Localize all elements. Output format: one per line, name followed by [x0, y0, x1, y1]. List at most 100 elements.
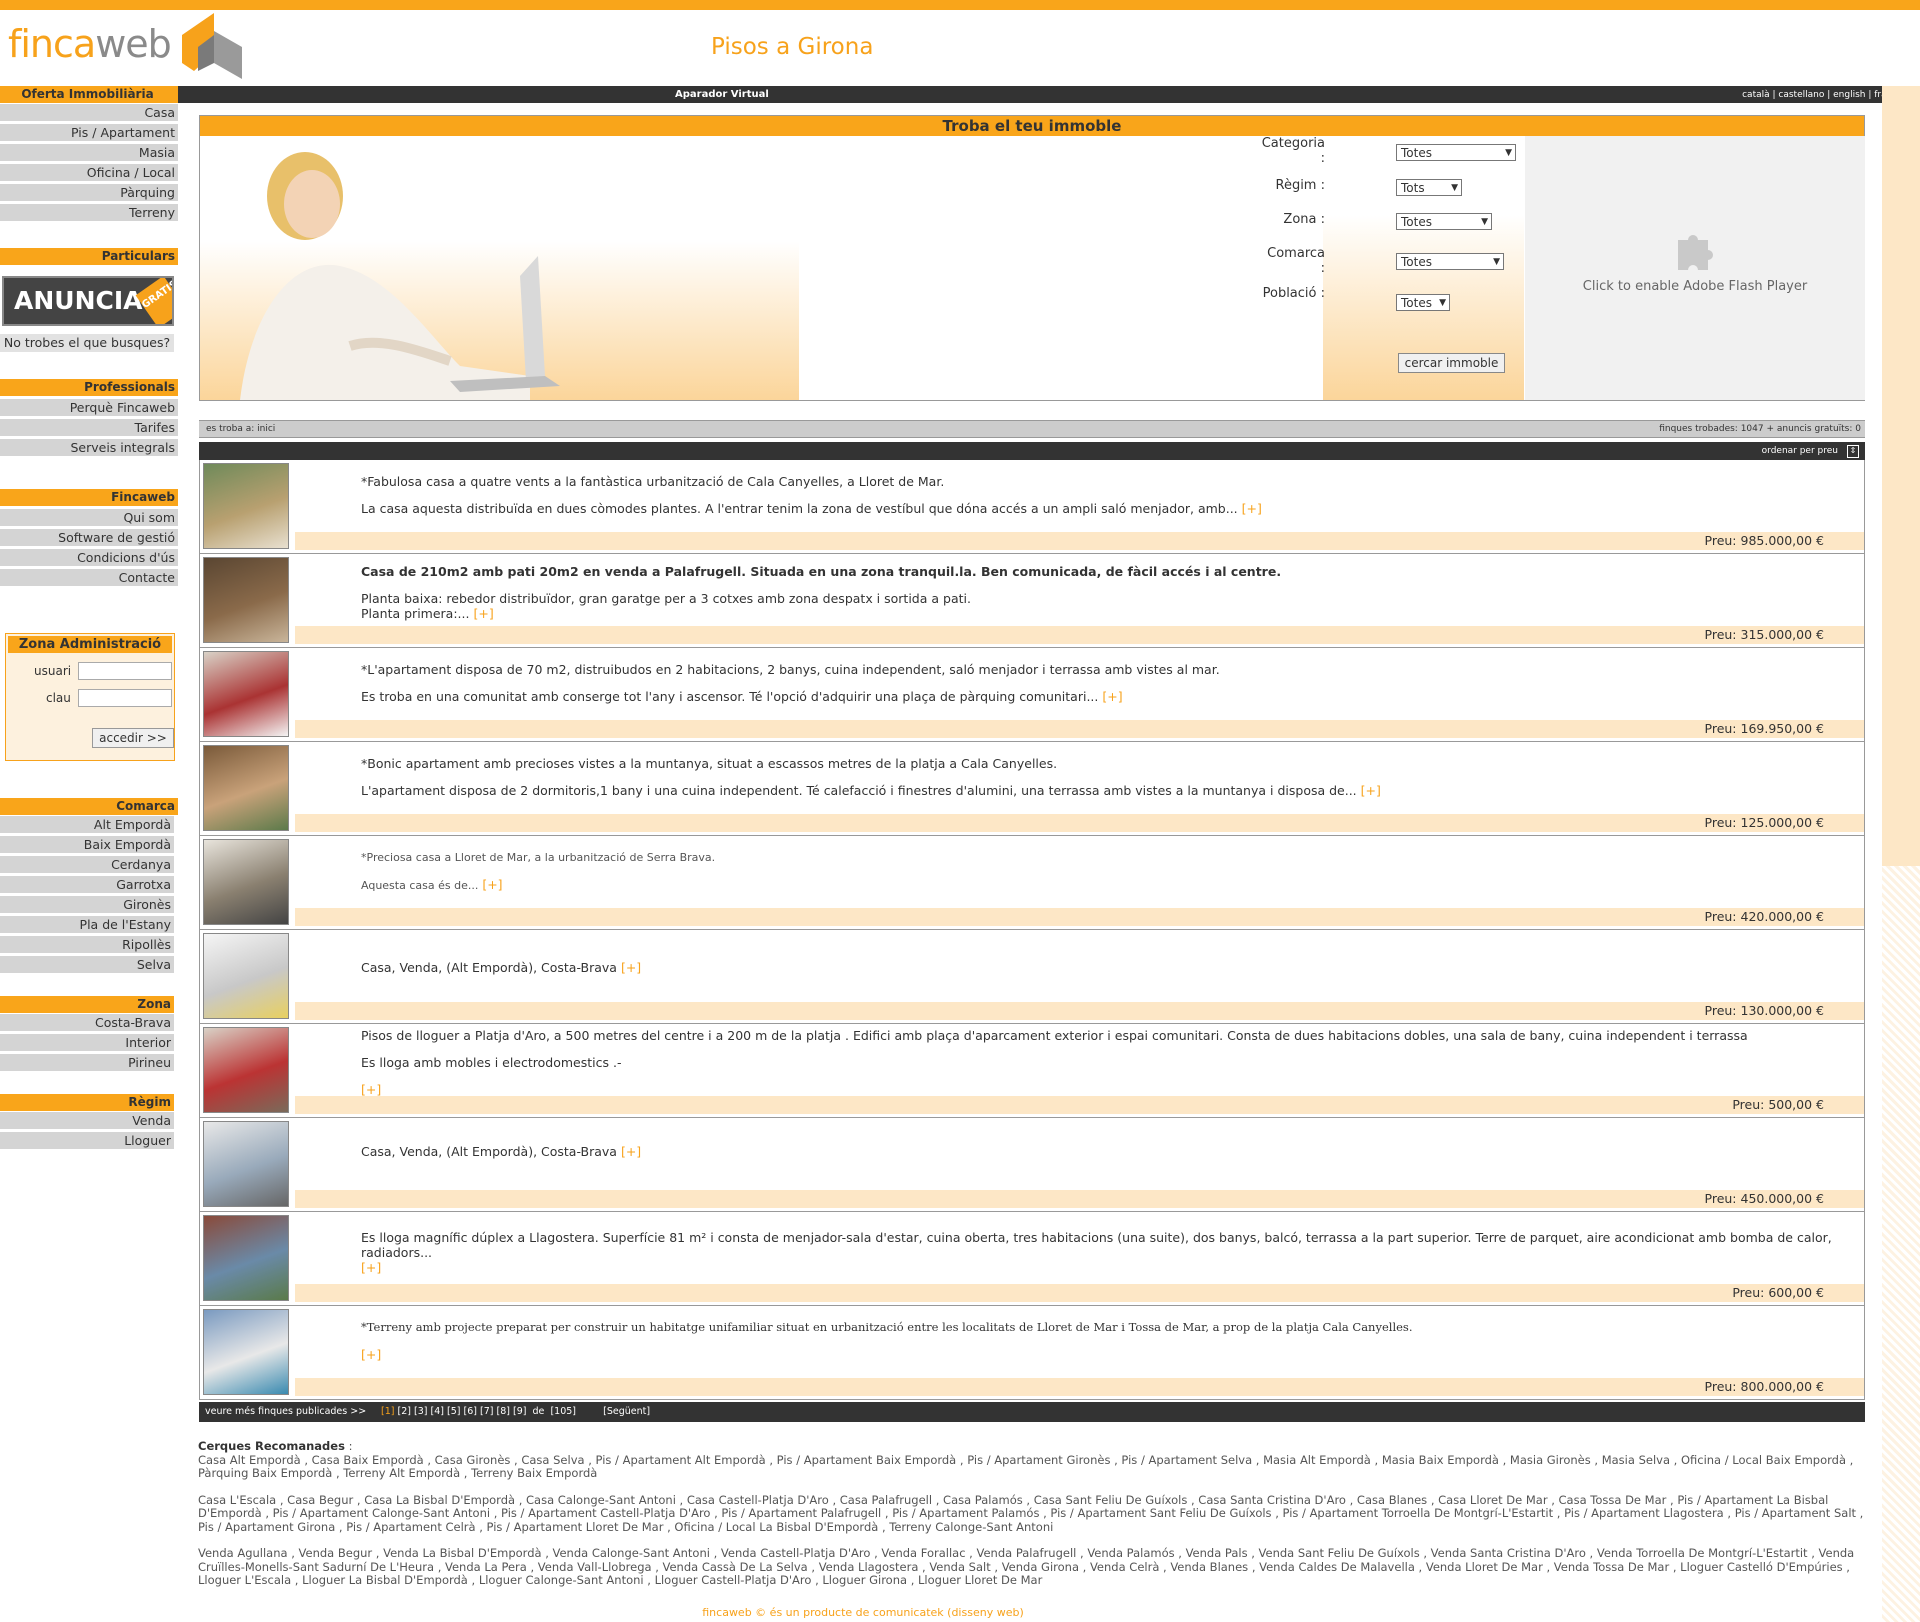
poblacio-select[interactable]: Totes ▼ — [1396, 294, 1450, 311]
sidebar-item-software[interactable]: Software de gestió — [0, 529, 178, 546]
more-link[interactable]: [+] — [621, 960, 641, 975]
sort-by-price-link[interactable]: ordenar per preu — [1762, 442, 1838, 460]
more-link[interactable]: [+] — [361, 1260, 381, 1275]
sidebar-item-lloguer[interactable]: Lloguer — [0, 1132, 174, 1149]
sidebar-item-baix-emporda[interactable]: Baix Empordà — [0, 836, 174, 853]
listing-item[interactable]: Es lloga magnífic dúplex a Llagostera. S… — [199, 1212, 1865, 1306]
listing-photo[interactable] — [203, 651, 289, 737]
listing-item[interactable]: *L'apartament disposa de 70 m2, distruib… — [199, 648, 1865, 742]
sort-icon[interactable]: ⇕ — [1847, 445, 1859, 458]
fincaweb-logo[interactable]: fincaweb — [8, 22, 172, 66]
page-total[interactable]: [105] — [550, 1406, 576, 1417]
categoria-select[interactable]: Totes ▼ — [1396, 144, 1516, 161]
listing-line: *Bonic apartament amb precioses vistes a… — [361, 756, 1058, 771]
sidebar-item-pla-estany[interactable]: Pla de l'Estany — [0, 916, 174, 933]
categoria-label: Categoria : — [1261, 136, 1325, 166]
listing-item[interactable]: Pisos de lloguer a Platja d'Aro, a 500 m… — [199, 1024, 1865, 1118]
comarca-select[interactable]: Totes ▼ — [1396, 253, 1504, 270]
username-input[interactable] — [78, 662, 172, 680]
recommended-links-1[interactable]: Casa Alt Empordà , Casa Baix Empordà , C… — [198, 1453, 1868, 1481]
sidebar-item-perque[interactable]: Perquè Fincaweb — [0, 399, 178, 416]
pagination-links: [1] [2] [3] [4] [5] [6] [7] [8] [9] de [… — [381, 1402, 650, 1422]
listing-line: *Preciosa casa a Lloret de Mar, a la urb… — [361, 851, 716, 864]
search-button[interactable]: cercar immoble — [1398, 353, 1505, 373]
page-link[interactable]: [5] — [447, 1406, 460, 1417]
listing-photo[interactable] — [203, 745, 289, 831]
more-link[interactable]: [+] — [473, 606, 493, 621]
notrobes-link[interactable]: No trobes el que busques? — [0, 334, 174, 352]
page-link[interactable]: [3] — [414, 1406, 427, 1417]
listing-description: Casa, Venda, (Alt Empordà), Costa-Brava … — [361, 1144, 1861, 1171]
listing-photo[interactable] — [203, 557, 289, 643]
sidebar-item-parquing[interactable]: Pàrquing — [0, 184, 178, 201]
listing-item[interactable]: *Terreny amb projecte preparat per const… — [199, 1306, 1865, 1400]
listing-item[interactable]: Casa, Venda, (Alt Empordà), Costa-Brava … — [199, 1118, 1865, 1212]
anunciat-banner[interactable]: ANUNCIA'T GRATIS — [2, 276, 174, 326]
sidebar-item-casa[interactable]: Casa — [0, 104, 178, 121]
sidebar-item-venda[interactable]: Venda — [0, 1112, 174, 1129]
sidebar-item-serveis[interactable]: Serveis integrals — [0, 439, 178, 456]
sidebar-item-costa-brava[interactable]: Costa-Brava — [0, 1014, 174, 1031]
sidebar-item-quisom[interactable]: Qui som — [0, 509, 178, 526]
sidebar-item-pis[interactable]: Pis / Apartament — [0, 124, 178, 141]
page-link[interactable]: [8] — [497, 1406, 510, 1417]
sidebar-item-selva[interactable]: Selva — [0, 956, 174, 973]
page-link[interactable]: [2] — [398, 1406, 411, 1417]
more-link[interactable]: [+] — [361, 1347, 381, 1362]
listing-photo[interactable] — [203, 1215, 289, 1301]
more-link[interactable]: [+] — [1361, 783, 1381, 798]
sidebar-item-girones[interactable]: Gironès — [0, 896, 174, 913]
listing-item[interactable]: Casa de 210m2 amb pati 20m2 en venda a P… — [199, 554, 1865, 648]
chevron-down-icon: ▼ — [1439, 298, 1446, 308]
zona-select[interactable]: Totes ▼ — [1396, 213, 1492, 230]
page-link[interactable]: [4] — [431, 1406, 444, 1417]
more-link[interactable]: [+] — [621, 1144, 641, 1159]
listing-item[interactable]: *Bonic apartament amb precioses vistes a… — [199, 742, 1865, 836]
listing-line: Planta baixa: rebedor distribuïdor, gran… — [361, 591, 971, 606]
footer-credits[interactable]: fincaweb © és un producte de comunicatek… — [0, 1606, 1726, 1619]
more-link[interactable]: [+] — [361, 1082, 381, 1097]
page-link[interactable]: [9] — [513, 1406, 526, 1417]
more-link[interactable]: [+] — [482, 877, 502, 892]
sidebar-item-alt-emporda[interactable]: Alt Empordà — [0, 816, 174, 833]
listing-photo[interactable] — [203, 1121, 289, 1207]
listing-photo[interactable] — [203, 933, 289, 1019]
more-link[interactable]: [+] — [1242, 501, 1262, 516]
page-link[interactable]: [7] — [480, 1406, 493, 1417]
sidebar-item-contacte[interactable]: Contacte — [0, 569, 178, 586]
sidebar-item-pirineu[interactable]: Pirineu — [0, 1054, 174, 1071]
listing-photo[interactable] — [203, 463, 289, 549]
sidebar-item-oficina[interactable]: Oficina / Local — [0, 164, 178, 181]
regim-select[interactable]: Tots ▼ — [1396, 179, 1462, 196]
comarca-label: Comarca : — [1267, 246, 1325, 276]
next-page-link[interactable]: [Següent] — [603, 1406, 650, 1417]
listing-photo[interactable] — [203, 1027, 289, 1113]
listing-item[interactable]: Casa, Venda, (Alt Empordà), Costa-Brava … — [199, 930, 1865, 1024]
listing-photo[interactable] — [203, 839, 289, 925]
page-title: Pisos a Girona — [711, 34, 874, 60]
login-button[interactable]: accedir >> — [92, 728, 174, 748]
listing-item[interactable]: *Preciosa casa a Lloret de Mar, a la urb… — [199, 836, 1865, 930]
sidebar-item-condicions[interactable]: Condicions d'ús — [0, 549, 178, 566]
listing-photo[interactable] — [203, 1309, 289, 1395]
password-input[interactable] — [78, 689, 172, 707]
sidebar-comarca: Comarca Alt Empordà Baix Empordà Cerdany… — [0, 798, 178, 973]
lang-catala[interactable]: català — [1742, 90, 1770, 100]
lang-english[interactable]: english — [1833, 90, 1865, 100]
recommended-links-2[interactable]: Casa L'Escala , Casa Begur , Casa La Bis… — [198, 1493, 1868, 1535]
page-link[interactable]: [6] — [464, 1406, 477, 1417]
sidebar-item-tarifes[interactable]: Tarifes — [0, 419, 178, 436]
recommended-links-3[interactable]: Venda Agullana , Venda Begur , Venda La … — [198, 1546, 1868, 1588]
listing-price: Preu: 500,00 € — [295, 1096, 1864, 1114]
listing-item[interactable]: *Fabulosa casa a quatre vents a la fantà… — [199, 460, 1865, 554]
sidebar-item-interior[interactable]: Interior — [0, 1034, 174, 1051]
more-link[interactable]: [+] — [1102, 689, 1122, 704]
sidebar-item-ripolles[interactable]: Ripollès — [0, 936, 174, 953]
sidebar-item-garrotxa[interactable]: Garrotxa — [0, 876, 174, 893]
sidebar-item-masia[interactable]: Masia — [0, 144, 178, 161]
listing-description: Es lloga magnífic dúplex a Llagostera. S… — [361, 1230, 1861, 1275]
flash-placeholder[interactable]: Click to enable Adobe Flash Player — [1525, 136, 1865, 400]
lang-castellano[interactable]: castellano — [1778, 90, 1824, 100]
sidebar-item-terreny[interactable]: Terreny — [0, 204, 178, 221]
sidebar-item-cerdanya[interactable]: Cerdanya — [0, 856, 174, 873]
